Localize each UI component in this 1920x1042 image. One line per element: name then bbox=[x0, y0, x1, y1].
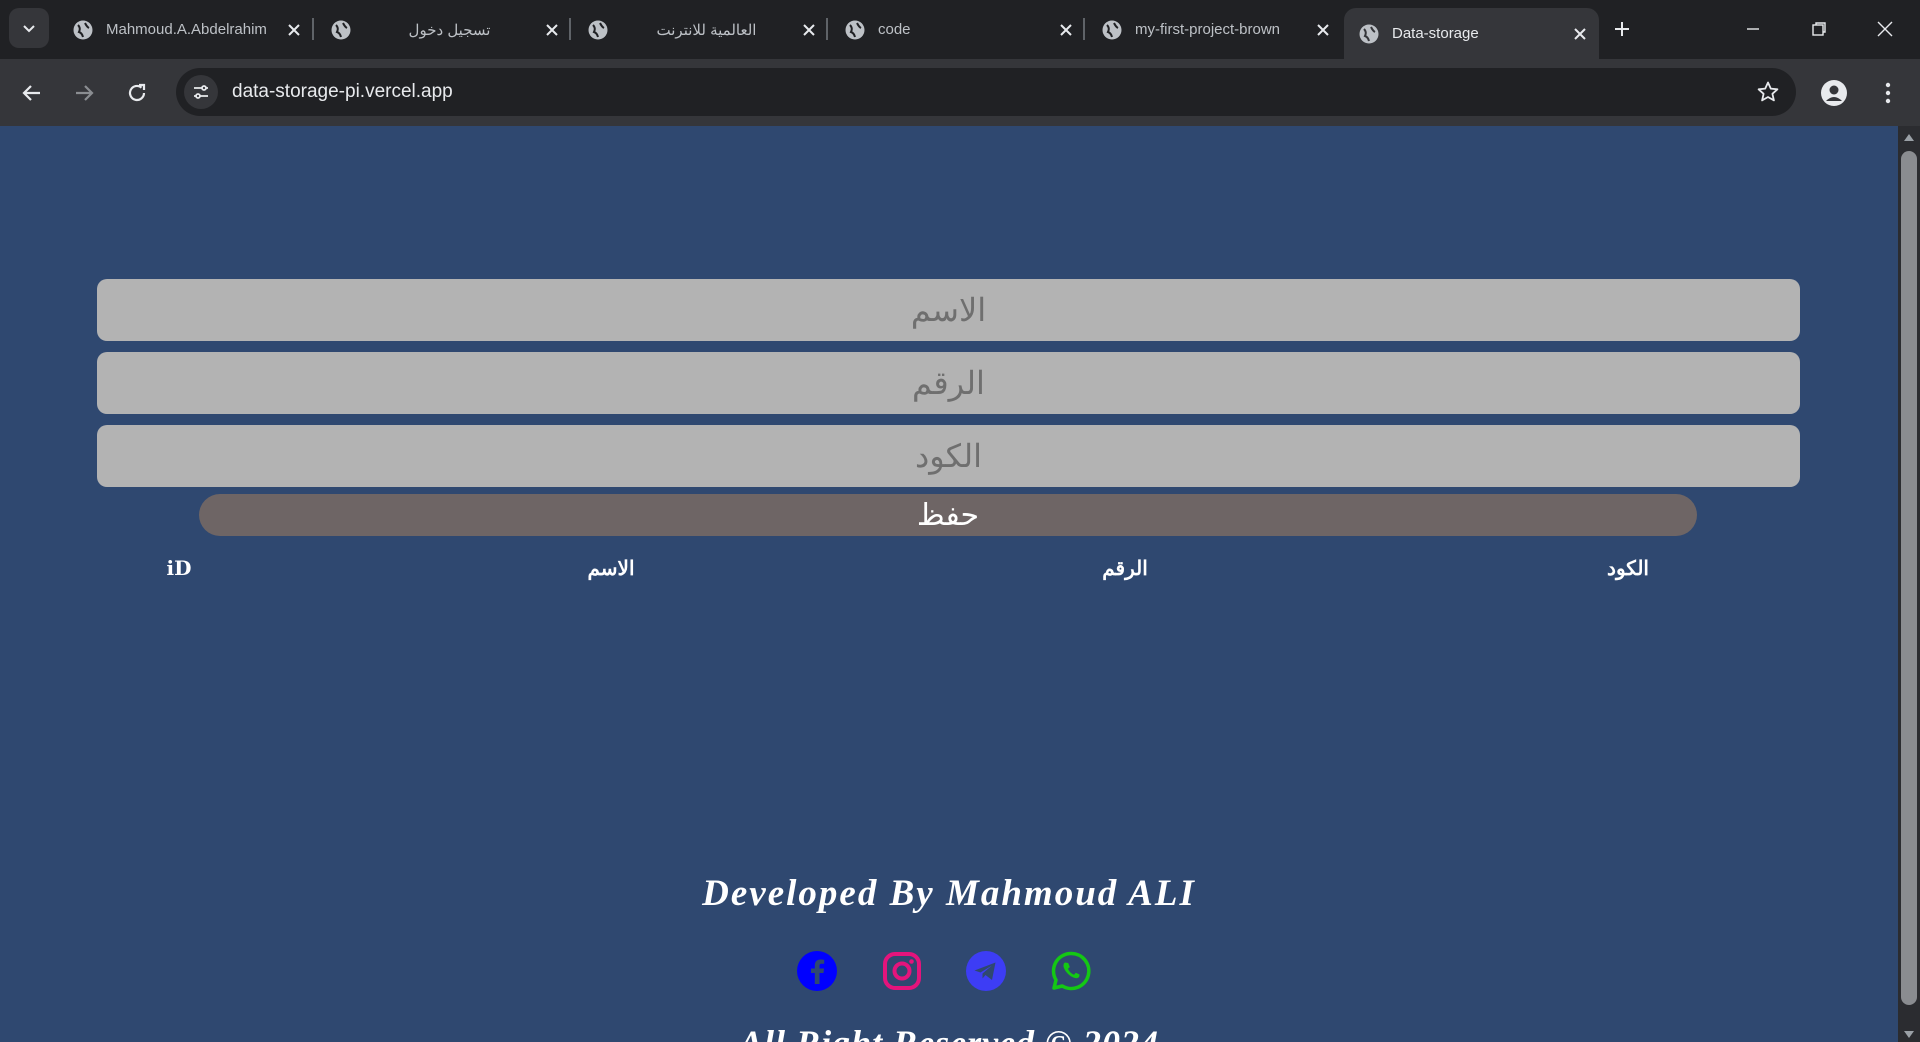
whatsapp-link[interactable] bbox=[1049, 949, 1093, 993]
tab-separator bbox=[569, 18, 571, 40]
tab-strip: Mahmoud.A.Abdelrahim تسجيل دخول العالمية… bbox=[0, 0, 1920, 59]
plus-icon bbox=[1615, 22, 1629, 36]
tab-separator bbox=[1083, 18, 1085, 40]
facebook-link[interactable] bbox=[795, 949, 839, 993]
tab-first-project[interactable]: my-first-project-brown bbox=[1087, 8, 1342, 51]
save-button[interactable]: حفظ bbox=[199, 494, 1697, 536]
close-icon[interactable] bbox=[1571, 25, 1589, 43]
kebab-icon bbox=[1885, 82, 1891, 104]
back-button[interactable] bbox=[14, 75, 50, 111]
globe-icon bbox=[331, 20, 351, 39]
tab-title: my-first-project-brown bbox=[1135, 21, 1281, 38]
globe-icon bbox=[845, 20, 865, 39]
restore-button[interactable] bbox=[1797, 10, 1841, 48]
developer-credit: Developed By Mahmoud ALI bbox=[702, 873, 1196, 914]
star-icon[interactable] bbox=[1756, 80, 1780, 104]
site-info-button[interactable] bbox=[184, 75, 218, 109]
close-icon[interactable] bbox=[800, 21, 818, 39]
tab-title: Mahmoud.A.Abdelrahim bbox=[106, 21, 267, 38]
facebook-icon bbox=[797, 951, 837, 991]
tune-icon bbox=[194, 85, 208, 99]
header-number: الرقم bbox=[1102, 556, 1148, 580]
code-input[interactable] bbox=[97, 425, 1800, 487]
tab-title: العالمية للانترنت bbox=[656, 21, 757, 39]
person-icon bbox=[1821, 80, 1847, 106]
close-icon[interactable] bbox=[543, 21, 561, 39]
tab-title: Data-storage bbox=[1392, 25, 1479, 42]
close-icon[interactable] bbox=[285, 21, 303, 39]
tab-data-storage[interactable]: Data-storage bbox=[1344, 8, 1599, 59]
scroll-thumb[interactable] bbox=[1901, 151, 1917, 1005]
arrow-left-icon bbox=[22, 85, 40, 101]
new-tab-button[interactable] bbox=[1606, 13, 1638, 45]
page-scrollbar[interactable] bbox=[1898, 126, 1920, 1042]
tab-title: تسجيل دخول bbox=[408, 21, 491, 39]
header-code: الكود bbox=[1607, 556, 1649, 580]
number-input[interactable] bbox=[97, 352, 1800, 414]
instagram-icon bbox=[883, 952, 921, 990]
minimize-button[interactable] bbox=[1731, 10, 1775, 48]
globe-icon bbox=[73, 20, 93, 39]
page-content: حفظ iD الاسم الرقم الكود Developed By Ma… bbox=[0, 126, 1898, 1042]
close-window-button[interactable] bbox=[1863, 10, 1907, 48]
minimize-icon bbox=[1747, 28, 1759, 30]
instagram-link[interactable] bbox=[880, 949, 924, 993]
reload-icon bbox=[128, 83, 146, 102]
restore-icon bbox=[1812, 22, 1826, 36]
tab-login[interactable]: تسجيل دخول bbox=[316, 8, 571, 51]
tab-mahmoud[interactable]: Mahmoud.A.Abdelrahim bbox=[58, 8, 313, 51]
globe-icon bbox=[1102, 20, 1122, 39]
tab-internet[interactable]: العالمية للانترنت bbox=[573, 8, 828, 51]
tab-search-button[interactable] bbox=[9, 8, 49, 48]
reload-button[interactable] bbox=[119, 75, 155, 111]
close-icon[interactable] bbox=[1057, 21, 1075, 39]
globe-icon bbox=[588, 20, 608, 39]
profile-button[interactable] bbox=[1816, 75, 1852, 111]
header-id: iD bbox=[166, 556, 192, 580]
scroll-up-arrow-icon[interactable] bbox=[1904, 134, 1914, 141]
telegram-link[interactable] bbox=[964, 949, 1008, 993]
scroll-down-arrow-icon[interactable] bbox=[1904, 1031, 1914, 1038]
globe-icon bbox=[1359, 24, 1379, 43]
tab-code[interactable]: code bbox=[830, 8, 1085, 51]
arrow-right-icon bbox=[76, 85, 94, 101]
tab-separator bbox=[312, 18, 314, 40]
telegram-icon bbox=[966, 951, 1006, 991]
address-bar[interactable]: data-storage-pi.vercel.app bbox=[176, 68, 1796, 116]
close-icon[interactable] bbox=[1314, 21, 1332, 39]
tab-separator bbox=[826, 18, 828, 40]
url-text[interactable]: data-storage-pi.vercel.app bbox=[232, 81, 453, 103]
copyright-text: All Right Reserved © 2024 bbox=[0, 1022, 1898, 1042]
chevron-down-icon bbox=[23, 25, 35, 33]
name-input[interactable] bbox=[97, 279, 1800, 341]
whatsapp-icon bbox=[1051, 951, 1091, 991]
header-name: الاسم bbox=[587, 556, 635, 580]
tab-title: code bbox=[878, 21, 911, 38]
menu-button[interactable] bbox=[1870, 75, 1906, 111]
browser-toolbar: data-storage-pi.vercel.app bbox=[0, 59, 1920, 126]
forward-button[interactable] bbox=[66, 75, 102, 111]
close-icon bbox=[1877, 21, 1893, 37]
